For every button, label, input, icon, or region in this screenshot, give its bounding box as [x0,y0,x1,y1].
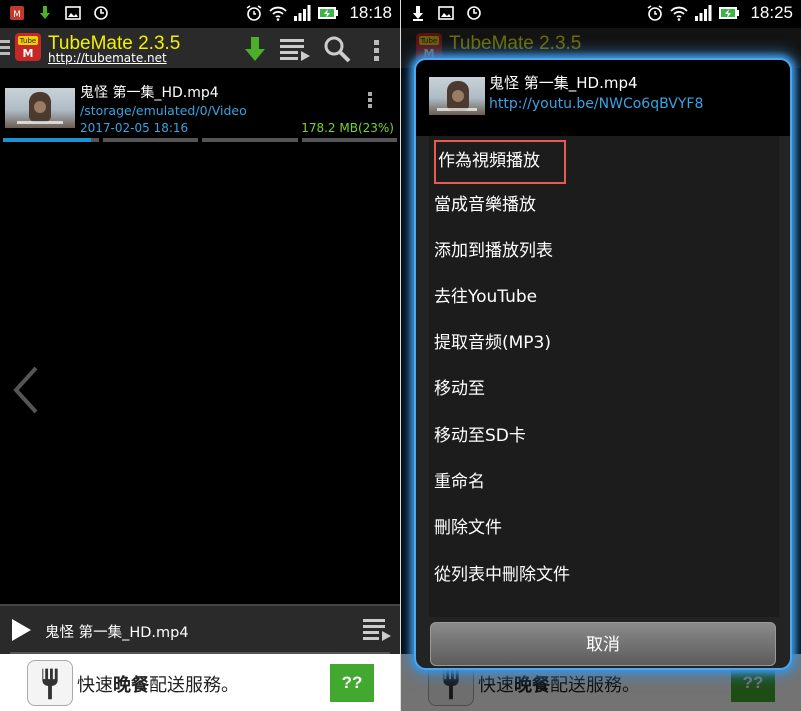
download-progress-bar [3,138,397,142]
more-vert-icon[interactable] [370,34,384,64]
alarm-icon [648,5,663,21]
search-icon[interactable] [322,34,352,64]
list-icon[interactable] [278,34,312,64]
app-bar: Tube M TubeMate 2.3.5 http://tubemate.net [0,28,400,68]
item-more-icon[interactable] [366,90,374,110]
battery-charging-icon [719,7,740,19]
svg-text:Tube: Tube [19,37,36,45]
image-icon [65,6,81,20]
tubemate-notification-icon: M [10,6,24,20]
menu-item-play-as-music[interactable]: 當成音樂播放 [434,185,774,225]
app-url-link[interactable]: http://tubemate.net [48,51,167,65]
menu-item-move-to-sd[interactable]: 移动至SD卡 [434,416,774,456]
download-size: 178.2 MB(23%) [301,121,394,135]
video-thumbnail[interactable] [5,88,75,128]
progress-segment [301,138,397,142]
chevron-left-icon[interactable] [12,366,40,414]
drawer-handle-icon[interactable] [0,40,10,56]
status-time: 18:25 [750,3,793,22]
tubemate-logo-icon[interactable]: Tube M [14,32,42,62]
download-arrow-icon[interactable] [240,34,270,64]
menu-item-remove-from-list[interactable]: 從列表中刪除文件 [434,555,774,595]
download-path: /storage/emulated/0/Video [80,103,247,118]
context-menu-dialog: 鬼怪 第一集_HD.mp4 http://youtu.be/NWCo6qBVYF… [414,58,792,670]
data-saver-icon [467,6,481,20]
data-saver-icon [94,6,108,20]
dialog-header: 鬼怪 第一集_HD.mp4 http://youtu.be/NWCo6qBVYF… [416,60,790,136]
menu-item-play-as-video[interactable]: 作為視頻播放 [434,140,566,184]
progress-segment-fill [3,138,91,142]
download-title[interactable]: 鬼怪 第一集_HD.mp4 [80,82,219,102]
menu-item-move-to[interactable]: 移动至 [434,369,774,409]
right-screen: 18:25 TubeM TubeMate 2.3.5 快速晚餐配送服務。 ?? … [401,0,801,711]
signal-icon [695,5,712,21]
ad-text-bold: 晚餐 [113,675,149,696]
svg-text:M: M [13,10,21,20]
dialog-url-link[interactable]: http://youtu.be/NWCo6qBVYF8 [489,96,703,112]
menu-item-extract-mp3[interactable]: 提取音频(MP3) [434,323,774,363]
menu-item-rename[interactable]: 重命名 [434,462,774,502]
status-time: 18:18 [349,3,392,22]
context-menu: 作為視頻播放 當成音樂播放 添加到播放列表 去往YouTube 提取音频(MP3… [429,136,779,617]
wifi-icon [269,6,288,21]
status-bar: M 18:18 [0,0,400,28]
player-title: 鬼怪 第一集_HD.mp4 [45,625,189,641]
battery-charging-icon [318,7,339,19]
download-arrow-icon [40,6,50,19]
ad-text-pre: 快速 [77,675,113,696]
mini-player[interactable]: 鬼怪 第一集_HD.mp4 [0,604,400,655]
left-screen: M 18:18 Tube M TubeMate 2.3.5 http://tube… [0,0,400,711]
ad-action-button[interactable]: ?? [330,664,374,702]
menu-item-delete-file[interactable]: 刪除文件 [434,508,774,548]
menu-item-add-to-playlist[interactable]: 添加到播放列表 [434,231,774,271]
ad-text: 快速晚餐配送服務。 [77,671,239,697]
svg-text:M: M [23,47,34,60]
cancel-button[interactable]: 取消 [430,622,776,666]
progress-segment [202,138,298,142]
image-icon [438,6,454,20]
ad-text-post: 配送服務。 [149,675,239,696]
status-bar: 18:25 [401,0,801,28]
download-arrow-icon [413,6,423,21]
signal-icon [294,5,311,21]
video-thumbnail [429,77,485,115]
ad-banner[interactable]: 快速晚餐配送服務。 ?? [0,654,400,711]
dialog-title: 鬼怪 第一集_HD.mp4 [489,74,638,92]
progress-segment [102,138,198,142]
progress-segment [3,138,99,142]
alarm-icon [247,5,262,21]
wifi-icon [670,6,689,21]
playlist-icon[interactable] [362,616,392,642]
fork-icon [27,660,73,706]
menu-item-go-to-youtube[interactable]: 去往YouTube [434,277,774,317]
play-icon[interactable] [10,618,32,642]
download-date: 2017-02-05 18:16 [80,121,189,135]
